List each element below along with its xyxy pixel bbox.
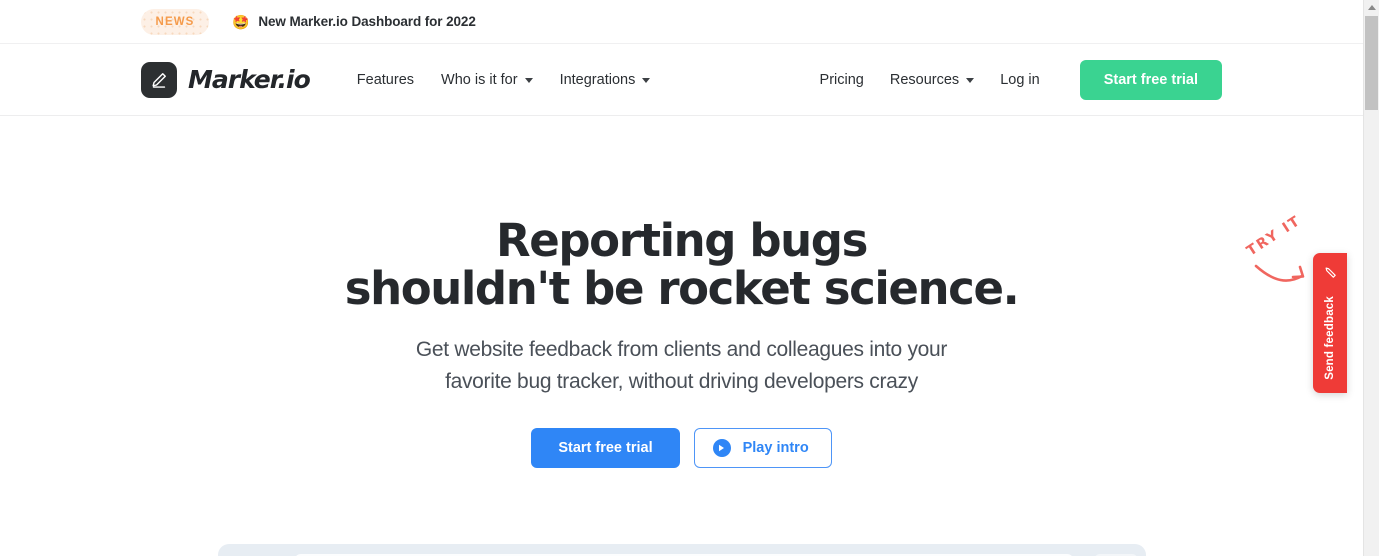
hero-start-free-trial-label: Start free trial	[558, 440, 653, 456]
site-header: Marker.io Features Who is it for Integra…	[0, 44, 1363, 116]
send-feedback-widget[interactable]: Send feedback	[1313, 253, 1347, 393]
nav-item-integrations[interactable]: Integrations	[560, 72, 651, 88]
hero-cta-row: Start free trial Play intro	[0, 428, 1363, 468]
pencil-icon	[141, 61, 177, 98]
play-intro-label: Play intro	[742, 440, 809, 456]
hero-headline-line2: shouldn't be rocket science.	[344, 262, 1020, 315]
hero-headline-line1: Reporting bugs	[496, 214, 868, 267]
play-icon	[712, 439, 731, 457]
nav-item-integrations-label: Integrations	[559, 71, 636, 88]
chevron-down-icon	[524, 78, 533, 83]
brand-name: Marker.io	[188, 65, 311, 94]
news-message[interactable]: 🤩 New Marker.io Dashboard for 2022	[232, 14, 476, 29]
news-announcement-bar[interactable]: NEWS 🤩 New Marker.io Dashboard for 2022	[0, 0, 1363, 44]
send-feedback-label: Send feedback	[1324, 296, 1336, 380]
nav-item-features-label: Features	[356, 71, 415, 88]
scroll-up-arrow-icon[interactable]	[1364, 0, 1379, 15]
nav-item-resources-label: Resources	[889, 71, 960, 88]
nav-item-pricing[interactable]: Pricing	[820, 72, 864, 88]
nav-item-resources[interactable]: Resources	[889, 71, 975, 88]
nav-item-pricing-label: Pricing	[819, 71, 864, 88]
primary-navigation: Features Who is it for Integrations	[357, 72, 651, 88]
chevron-down-icon	[642, 78, 651, 83]
product-screenshot-card	[218, 544, 1146, 556]
hero-headline: Reporting bugs shouldn't be rocket scien…	[0, 217, 1363, 313]
nav-item-who-is-it-for-label: Who is it for	[441, 71, 518, 88]
nav-item-log-in[interactable]: Log in	[1000, 72, 1040, 88]
news-message-label: New Marker.io Dashboard for 2022	[258, 14, 476, 29]
nav-item-who-is-it-for[interactable]: Who is it for	[441, 72, 533, 88]
header-start-free-trial-label: Start free trial	[1103, 71, 1198, 88]
play-intro-button[interactable]: Play intro	[693, 428, 832, 468]
secondary-navigation: Pricing Resources Log in Start free tria…	[820, 59, 1222, 100]
browser-page: NEWS 🤩 New Marker.io Dashboard for 2022 …	[0, 0, 1379, 556]
brand-logo[interactable]: Marker.io	[141, 61, 311, 98]
hero-subheadline-line2: favorite bug tracker, without driving de…	[445, 370, 918, 393]
page-viewport: NEWS 🤩 New Marker.io Dashboard for 2022 …	[0, 0, 1363, 556]
hero-subheadline-line1: Get website feedback from clients and co…	[415, 338, 948, 361]
hero-subheadline: Get website feedback from clients and co…	[0, 334, 1363, 398]
nav-item-log-in-label: Log in	[1000, 71, 1040, 88]
star-struck-emoji: 🤩	[232, 13, 250, 30]
hero-start-free-trial-button[interactable]: Start free trial	[531, 428, 680, 468]
chevron-down-icon	[966, 78, 975, 83]
hero-section: Reporting bugs shouldn't be rocket scien…	[0, 116, 1363, 468]
header-start-free-trial-button[interactable]: Start free trial	[1079, 59, 1222, 100]
news-badge: NEWS	[141, 8, 209, 35]
pencil-icon	[1323, 265, 1338, 285]
nav-item-features[interactable]: Features	[357, 72, 414, 88]
vertical-scrollbar[interactable]	[1363, 0, 1379, 556]
scrollbar-thumb[interactable]	[1365, 16, 1378, 110]
news-badge-label: NEWS	[155, 15, 195, 28]
